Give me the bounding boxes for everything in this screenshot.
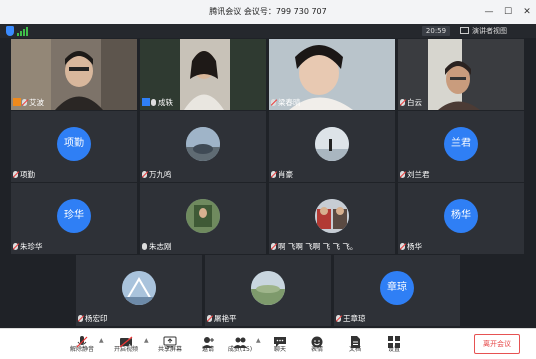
docs-button[interactable]: 文档 [339, 330, 371, 359]
invite-user-icon [201, 333, 215, 348]
mic-muted-icon [13, 171, 18, 178]
mic-muted-icon [142, 171, 147, 178]
avatar [186, 126, 220, 161]
participant-tile[interactable]: 肖豪 [269, 111, 395, 182]
avatar: 项勤 [57, 126, 91, 161]
microphone-muted-icon [75, 333, 89, 348]
invite-button[interactable]: 邀请 [192, 330, 224, 359]
avatar: 珍华 [57, 198, 91, 233]
unmute-button[interactable]: 解除静音 [66, 330, 98, 359]
minimize-button[interactable]: — [480, 0, 498, 24]
participant-name: 啊 飞啊 飞啊 飞 飞 飞。 [271, 242, 361, 252]
speaker-view-icon [460, 27, 469, 34]
reactions-button[interactable]: 表情 [301, 330, 333, 359]
participant-name: 王章琼 [336, 314, 370, 324]
settings-button[interactable]: 设置 [378, 330, 410, 359]
participant-name: 刘兰君 [400, 170, 434, 180]
participant-name: 梁春晴 [271, 98, 305, 108]
mic-icon [142, 243, 147, 250]
participant-tile[interactable]: 屠艳平 [205, 255, 331, 326]
share-screen-button[interactable]: 共享屏幕 [154, 330, 186, 359]
avatar: 兰君 [444, 126, 478, 161]
members-button[interactable]: 成员(15) [224, 330, 256, 359]
video-options-chevron-icon[interactable]: ▲ [144, 337, 149, 344]
members-options-chevron-icon[interactable]: ▲ [256, 337, 261, 344]
title-bar: 腾讯会议 会议号：799 730 707 — ☐ ✕ [0, 0, 536, 24]
mic-icon [151, 99, 156, 106]
start-video-button[interactable]: 开启视频 [110, 330, 142, 359]
participant-name: 朱志刚 [142, 242, 176, 252]
avatar [315, 198, 349, 233]
participant-tile[interactable]: 杨华 杨华 [398, 183, 524, 254]
avatar: 杨华 [444, 198, 478, 233]
chat-icon [273, 333, 287, 347]
speaker-view-label: 演讲者视图 [472, 27, 507, 35]
chat-button[interactable]: 聊天 [264, 330, 296, 359]
audio-options-chevron-icon[interactable]: ▲ [99, 337, 104, 344]
settings-grid-icon [387, 333, 401, 348]
camera-off-icon [119, 333, 133, 348]
close-button[interactable]: ✕ [518, 0, 536, 24]
host-badge-icon [13, 98, 21, 106]
status-bar: 20:59 演讲者视图 [0, 24, 536, 38]
participant-tile[interactable]: 艾波 [11, 39, 137, 110]
mic-muted-icon [13, 243, 18, 250]
security-shield-icon[interactable] [6, 26, 14, 36]
participant-tile[interactable]: 啊 飞啊 飞啊 飞 飞 飞。 [269, 183, 395, 254]
speaker-view-button[interactable]: 演讲者视图 [458, 26, 534, 36]
network-signal-icon [17, 27, 31, 36]
avatar [122, 270, 156, 305]
participant-tile[interactable]: 梁春晴 [269, 39, 395, 110]
participant-name: 项勤 [13, 170, 39, 180]
mic-muted-icon [400, 171, 405, 178]
mic-muted-icon [271, 243, 276, 250]
participant-name: 朱珍华 [13, 242, 47, 252]
mic-muted-icon [271, 171, 276, 178]
participant-name: 杨华 [400, 242, 426, 252]
mic-muted-icon [22, 99, 27, 106]
participant-tile[interactable]: 朱志刚 [140, 183, 266, 254]
avatar [315, 126, 349, 161]
participant-tile[interactable]: 珍华 朱珍华 [11, 183, 137, 254]
participant-name: 屠艳平 [207, 314, 241, 324]
leave-meeting-button[interactable]: 离开会议 [474, 334, 520, 354]
participant-name: 白云 [400, 98, 426, 108]
participant-tile[interactable]: 成轶 [140, 39, 266, 110]
avatar [186, 198, 220, 233]
participant-name: 杨宏印 [78, 314, 112, 324]
participant-tile[interactable]: 章琼 王章琼 [334, 255, 460, 326]
avatar [251, 270, 285, 305]
mic-muted-icon [400, 243, 405, 250]
maximize-button[interactable]: ☐ [499, 0, 517, 24]
participant-tile[interactable]: 杨宏印 [76, 255, 202, 326]
mic-muted-icon [271, 99, 276, 106]
share-screen-icon [163, 333, 177, 348]
participant-name: 万九鸣 [142, 170, 176, 180]
participant-tile[interactable]: 兰君 刘兰君 [398, 111, 524, 182]
mic-muted-icon [400, 99, 405, 106]
emoji-icon [310, 333, 324, 348]
document-icon [348, 333, 362, 348]
participant-grid: 艾波 成轶 梁春晴 白云 项勤 项勤 万九鸣 肖豪 兰君 刘兰君 珍华 朱珍华 … [0, 38, 536, 328]
participant-tile[interactable]: 白云 [398, 39, 524, 110]
host-badge-icon [142, 98, 150, 106]
window-title: 腾讯会议 会议号：799 730 707 [209, 7, 327, 16]
participant-name: 肖豪 [271, 170, 297, 180]
participant-name: 成轶 [142, 98, 177, 108]
participant-tile[interactable]: 项勤 项勤 [11, 111, 137, 182]
mic-muted-icon [207, 315, 212, 322]
mic-muted-icon [336, 315, 341, 322]
avatar: 章琼 [380, 270, 414, 305]
meeting-toolbar: 解除静音 ▲ 开启视频 ▲ 共享屏幕 邀请 成员(15) ▲ 聊天 表情 文档 … [0, 328, 536, 359]
meeting-clock: 20:59 [422, 26, 450, 36]
participant-name: 艾波 [13, 98, 48, 108]
participant-tile[interactable]: 万九鸣 [140, 111, 266, 182]
mic-muted-icon [78, 315, 83, 322]
members-icon [233, 333, 247, 348]
